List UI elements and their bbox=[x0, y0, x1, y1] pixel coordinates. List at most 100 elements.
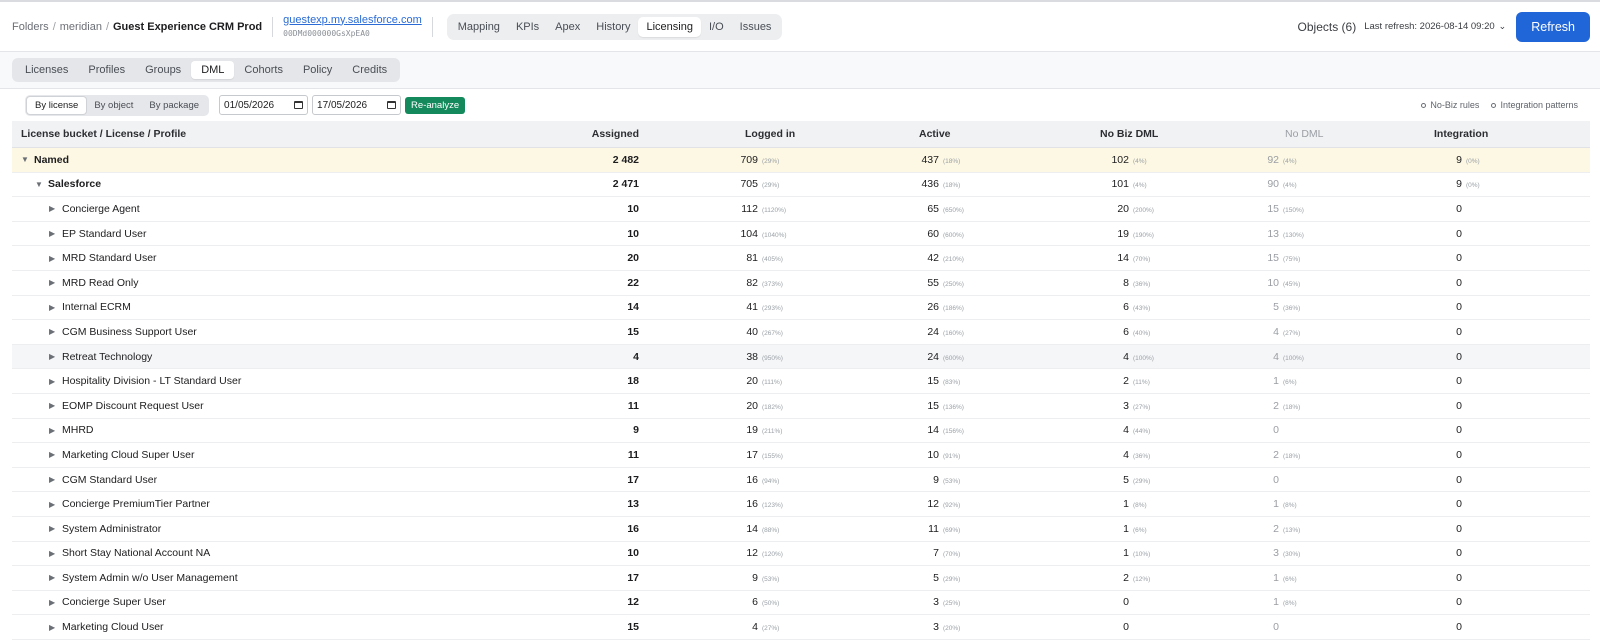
expand-caret-icon[interactable]: ▶ bbox=[49, 303, 62, 312]
table-row[interactable]: ▶ Retreat Technology 4 38 (950%) 24 (600%) 4 (10… bbox=[12, 344, 1590, 370]
breadcrumb-workspace[interactable]: meridian bbox=[60, 21, 102, 33]
active-percent: (29%) bbox=[943, 575, 961, 583]
expand-caret-icon[interactable]: ▶ bbox=[49, 254, 62, 263]
calendar-icon[interactable] bbox=[294, 101, 304, 109]
objects-count[interactable]: Objects (6) bbox=[1298, 20, 1357, 34]
dml-table: License bucket / License / Profile Assig… bbox=[12, 121, 1590, 640]
expand-caret-icon[interactable]: ▶ bbox=[49, 573, 62, 582]
breadcrumb-separator: / bbox=[52, 20, 56, 33]
no-dml-value: 1 bbox=[1273, 571, 1279, 584]
header-no-dml[interactable]: No DML bbox=[1198, 128, 1376, 140]
subtab-dml[interactable]: DML bbox=[191, 61, 235, 79]
active-percent: (160%) bbox=[943, 329, 964, 337]
date-from-value: 01/05/2026 bbox=[224, 99, 275, 111]
date-to-field[interactable]: 17/05/2026 bbox=[312, 95, 402, 115]
integration-cell: 0 bbox=[1376, 228, 1590, 240]
tab-issues[interactable]: Issues bbox=[732, 17, 780, 37]
active-percent: (18%) bbox=[943, 182, 961, 190]
expand-caret-icon[interactable]: ▶ bbox=[49, 401, 62, 410]
logged-in-value: 20 bbox=[746, 375, 758, 388]
no-dml-value: 3 bbox=[1273, 547, 1279, 560]
subtab-licenses[interactable]: Licenses bbox=[15, 61, 78, 79]
row-name: MRD Read Only bbox=[62, 276, 139, 289]
integration-value: 9 bbox=[1456, 153, 1462, 166]
no-biz-dml-value: 14 bbox=[1117, 252, 1129, 265]
expand-caret-icon[interactable]: ▶ bbox=[49, 278, 62, 287]
last-refresh-selector[interactable]: Last refresh: 2026-08-14 09:20 ⌄ bbox=[1364, 21, 1506, 32]
logged-in-percent: (182%) bbox=[762, 403, 783, 411]
expand-caret-icon[interactable]: ▶ bbox=[49, 229, 62, 238]
chevron-down-icon: ⌄ bbox=[1498, 21, 1507, 31]
table-row[interactable]: ▶ Internal ECRM 14 41 (293%) 26 (186%) 6 (43%) 5 (… bbox=[12, 296, 1590, 321]
date-from-field[interactable]: 01/05/2026 bbox=[219, 95, 309, 115]
tab-mapping[interactable]: Mapping bbox=[450, 17, 508, 37]
expand-caret-icon[interactable]: ▶ bbox=[49, 623, 62, 632]
header-assigned[interactable]: Assigned bbox=[442, 128, 639, 140]
expand-caret-icon[interactable]: ▶ bbox=[49, 426, 62, 435]
table-row[interactable]: ▶ EP Standard User 10 104 (1040%) 60 (600%) 19 (… bbox=[12, 222, 1590, 247]
table-row[interactable]: ▶ MHRD 9 19 (211%) 14 (156%) 4 (44%) 0 0 bbox=[12, 419, 1590, 444]
tab-licensing[interactable]: Licensing bbox=[638, 16, 701, 37]
expand-caret-icon[interactable]: ▶ bbox=[49, 450, 62, 459]
no-dml-cell: 2 (18%) bbox=[1198, 400, 1376, 412]
assigned-value: 10 bbox=[627, 202, 639, 215]
header-no-biz-dml[interactable]: No Biz DML bbox=[1015, 128, 1198, 140]
view-by-package[interactable]: By package bbox=[141, 97, 207, 114]
table-row[interactable]: ▶ System Administrator 16 14 (88%) 11 (69%) 1 (6… bbox=[12, 517, 1590, 542]
assigned-value: 11 bbox=[627, 448, 639, 461]
table-row[interactable]: ▶ Concierge Agent 10 112 (1120%) 65 (650%) 20 (2… bbox=[12, 197, 1590, 222]
table-group-row[interactable]: ▼ Salesforce 2 471 705 (29%) 436 (18%) 101 (4%) 9… bbox=[12, 173, 1590, 198]
reanalyze-button[interactable]: Re-analyze bbox=[405, 96, 466, 114]
expand-caret-icon[interactable]: ▶ bbox=[49, 204, 62, 213]
subtab-policy[interactable]: Policy bbox=[293, 61, 342, 79]
collapse-caret-icon[interactable]: ▼ bbox=[21, 155, 34, 164]
expand-caret-icon[interactable]: ▶ bbox=[49, 327, 62, 336]
active-cell: 9 (53%) bbox=[829, 474, 1015, 486]
no-biz-rules-link[interactable]: No-Biz rules bbox=[1421, 100, 1479, 110]
table-row[interactable]: ▶ MRD Standard User 20 81 (405%) 42 (210%) 14 (7… bbox=[12, 246, 1590, 271]
expand-caret-icon[interactable]: ▶ bbox=[49, 377, 62, 386]
header-name[interactable]: License bucket / License / Profile bbox=[12, 128, 442, 140]
expand-caret-icon[interactable]: ▶ bbox=[49, 598, 62, 607]
expand-caret-icon[interactable]: ▶ bbox=[49, 352, 62, 361]
expand-caret-icon[interactable]: ▶ bbox=[49, 549, 62, 558]
header-active[interactable]: Active bbox=[829, 128, 1015, 140]
table-row[interactable]: ▶ System Admin w/o User Management 17 9 (53%… bbox=[12, 566, 1590, 591]
tab-apex[interactable]: Apex bbox=[547, 17, 588, 37]
calendar-icon[interactable] bbox=[387, 101, 397, 109]
table-row[interactable]: ▶ MRD Read Only 22 82 (373%) 55 (250%) 8 (36%) 10… bbox=[12, 271, 1590, 296]
subtab-groups[interactable]: Groups bbox=[135, 61, 191, 79]
collapse-caret-icon[interactable]: ▼ bbox=[35, 180, 48, 189]
no-dml-value: 4 bbox=[1273, 325, 1279, 338]
subtab-cohorts[interactable]: Cohorts bbox=[234, 61, 293, 79]
table-row[interactable]: ▶ Short Stay National Account NA 10 12 (120%… bbox=[12, 542, 1590, 567]
header-integration[interactable]: Integration bbox=[1376, 128, 1590, 140]
refresh-button[interactable]: Refresh bbox=[1516, 11, 1590, 42]
view-by-object[interactable]: By object bbox=[86, 97, 141, 114]
table-row[interactable]: ▶ EOMP Discount Request User 11 20 (182%) 15(… bbox=[12, 394, 1590, 419]
tab-i-o[interactable]: I/O bbox=[701, 17, 732, 37]
logged-in-value: 17 bbox=[746, 448, 758, 461]
expand-caret-icon[interactable]: ▶ bbox=[49, 475, 62, 484]
table-row[interactable]: ▶ CGM Standard User 17 16 (94%) 9 (53%) 5 (29%) 0… bbox=[12, 468, 1590, 493]
table-row[interactable]: ▶ CGM Business Support User 15 40 (267%) 24 (1… bbox=[12, 320, 1590, 345]
assigned-value: 17 bbox=[627, 571, 639, 584]
table-row[interactable]: ▶ Concierge Super User 12 6 (50%) 3 (25%) 0 1 (8%… bbox=[12, 591, 1590, 616]
table-row[interactable]: ▶ Marketing Cloud User 15 4 (27%) 3 (20%) 0 0 0 bbox=[12, 615, 1590, 640]
org-link[interactable]: guestexp.my.salesforce.com bbox=[283, 14, 422, 27]
breadcrumb-folders[interactable]: Folders bbox=[12, 21, 49, 33]
integration-patterns-link[interactable]: Integration patterns bbox=[1491, 100, 1578, 110]
view-by-license[interactable]: By license bbox=[27, 96, 87, 114]
subtab-credits[interactable]: Credits bbox=[342, 61, 397, 79]
active-percent: (53%) bbox=[943, 477, 961, 485]
table-group-row[interactable]: ▼ Named 2 482 709 (29%) 437 (18%) 102 (4%) 92 (4%)… bbox=[12, 148, 1590, 173]
table-row[interactable]: ▶ Hospitality Division - LT Standard User… bbox=[12, 369, 1590, 394]
tab-history[interactable]: History bbox=[588, 17, 638, 37]
subtab-profiles[interactable]: Profiles bbox=[78, 61, 135, 79]
table-row[interactable]: ▶ Marketing Cloud Super User 11 17 (155%) 10 (… bbox=[12, 443, 1590, 468]
expand-caret-icon[interactable]: ▶ bbox=[49, 524, 62, 533]
table-row[interactable]: ▶ Concierge PremiumTier Partner 13 16 (123%)… bbox=[12, 492, 1590, 517]
expand-caret-icon[interactable]: ▶ bbox=[49, 500, 62, 509]
tab-kpis[interactable]: KPIs bbox=[508, 17, 547, 37]
header-logged-in[interactable]: Logged in bbox=[639, 128, 829, 140]
